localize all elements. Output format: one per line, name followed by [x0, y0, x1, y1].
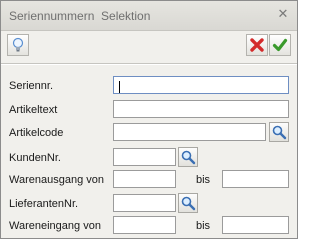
artikelcode-search-button[interactable] [269, 122, 289, 142]
cancel-button[interactable] [246, 34, 268, 56]
seriennr-input[interactable] [113, 76, 289, 94]
magnifier-icon [181, 150, 196, 165]
kundennr-label: KundenNr. [9, 152, 61, 164]
kundennr-input[interactable] [113, 148, 176, 166]
warenausgang-to-input[interactable] [222, 170, 289, 188]
seriennr-label: Seriennr. [9, 80, 54, 92]
red-x-icon [250, 38, 264, 52]
warenausgang-from-input[interactable] [113, 170, 176, 188]
warenausgang-label: Warenausgang von [9, 174, 104, 186]
lightbulb-icon [12, 37, 24, 52]
artikelcode-label: Artikelcode [9, 127, 64, 139]
magnifier-icon [272, 125, 287, 140]
wareneingang-from-input[interactable] [113, 216, 176, 234]
close-icon[interactable]: ✕ [275, 6, 291, 22]
hint-button[interactable] [7, 34, 29, 56]
magnifier-icon [181, 196, 196, 211]
artikeltext-input[interactable] [113, 100, 289, 118]
wareneingang-label: Wareneingang von [9, 220, 101, 232]
artikeltext-label: Artikeltext [9, 104, 58, 116]
lieferantennr-label: LieferantenNr. [9, 198, 79, 210]
wareneingang-to-input[interactable] [222, 216, 289, 234]
title-bar[interactable]: Seriennummern Selektion ✕ [1, 1, 297, 31]
ok-button[interactable] [269, 34, 291, 56]
lieferantennr-search-button[interactable] [178, 193, 198, 213]
kundennr-search-button[interactable] [178, 147, 198, 167]
text-caret [119, 81, 120, 93]
wareneingang-bis-label: bis [196, 220, 211, 232]
toolbar [1, 31, 297, 61]
selection-dialog: Seriennummern Selektion ✕ Seriennr. Arti… [0, 0, 298, 239]
window-title: Seriennummern Selektion [9, 9, 151, 23]
lieferantennr-input[interactable] [113, 194, 176, 212]
search-form: Seriennr. Artikeltext Artikelcode Kunden… [1, 65, 297, 238]
warenausgang-bis-label: bis [196, 174, 211, 186]
green-check-icon [272, 38, 288, 52]
artikelcode-input[interactable] [113, 123, 266, 141]
